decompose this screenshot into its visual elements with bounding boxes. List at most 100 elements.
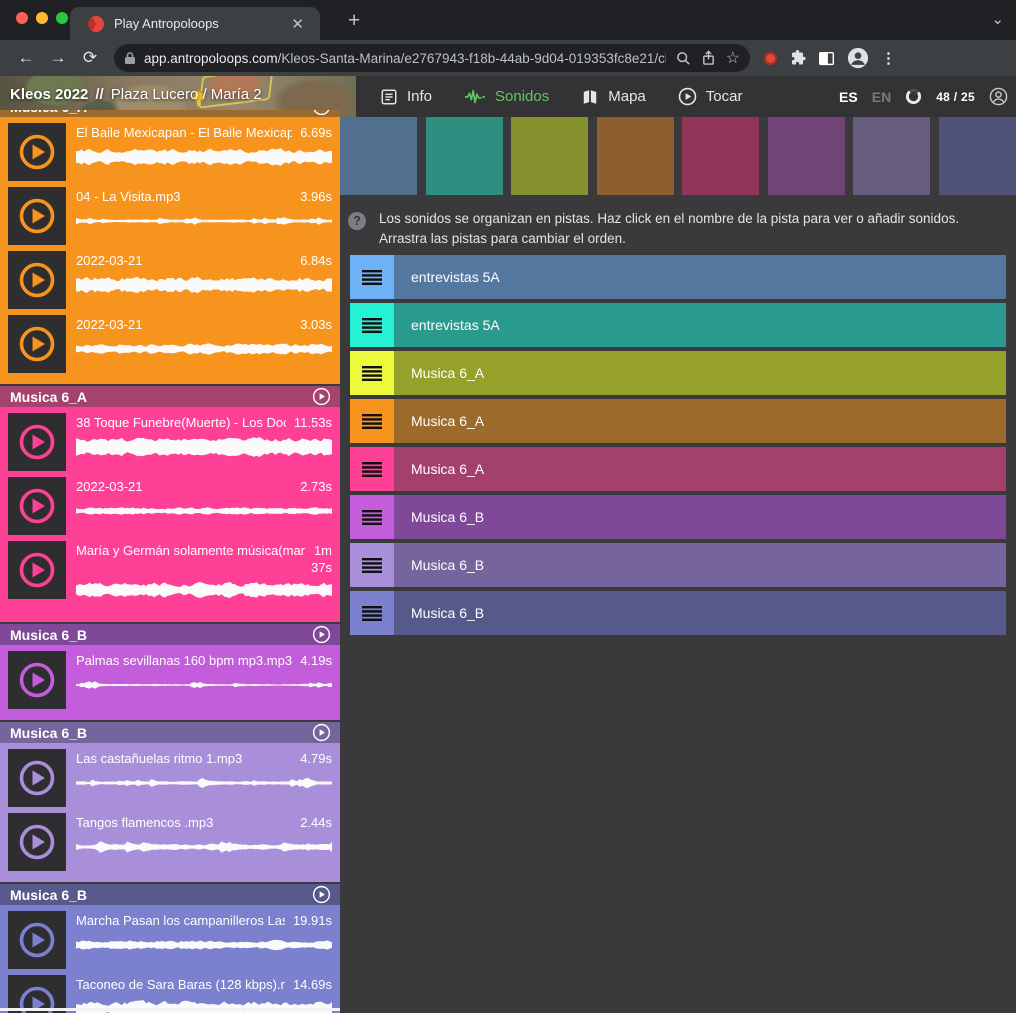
tab-info[interactable]: Info <box>370 88 454 106</box>
drag-handle[interactable] <box>350 255 394 299</box>
bookmark-star-icon[interactable]: ☆ <box>726 48 740 68</box>
track-name[interactable]: Musica 6_A <box>394 399 484 443</box>
clip-play-button[interactable] <box>8 477 66 535</box>
clip-item[interactable]: 2022-03-216.84s <box>0 248 340 312</box>
tab-mapa[interactable]: Mapa <box>571 88 668 105</box>
help-note-text: Los sonidos se organizan en pistas. Haz … <box>379 209 1008 249</box>
lang-es-button[interactable]: ES <box>839 89 858 105</box>
profile-avatar[interactable] <box>847 47 869 69</box>
clip-item[interactable]: El Baile Mexicapan - El Baile Mexicapan.… <box>0 120 340 184</box>
share-icon[interactable] <box>701 50 716 66</box>
section-name[interactable]: Musica 6_B <box>10 887 87 903</box>
section-play-icon[interactable] <box>312 723 331 742</box>
clip-item[interactable]: 2022-03-212.73s <box>0 474 340 538</box>
section-header[interactable]: Musica 6_A <box>0 386 340 407</box>
track-row[interactable]: Musica 6_B <box>350 543 1006 587</box>
track-row[interactable]: Musica 6_A <box>350 447 1006 491</box>
track-name[interactable]: Musica 6_A <box>394 447 484 491</box>
clip-play-button[interactable] <box>8 541 66 599</box>
section-play-icon[interactable] <box>312 110 331 116</box>
clip-play-button[interactable] <box>8 749 66 807</box>
track-color-square[interactable] <box>426 117 503 195</box>
track-name[interactable]: Musica 6_A <box>394 351 484 395</box>
clip-item[interactable]: Palmas sevillanas 160 bpm mp3.mp34.19s <box>0 648 340 712</box>
track-row[interactable]: Musica 6_A <box>350 351 1006 395</box>
clip-item[interactable]: 04 - La Visita.mp33.96s <box>0 184 340 248</box>
section-play-icon[interactable] <box>312 625 331 644</box>
track-row[interactable]: Musica 6_B <box>350 495 1006 539</box>
browser-tab[interactable]: Play Antropoloops ✕ <box>70 7 320 40</box>
drag-handle[interactable] <box>350 351 394 395</box>
drag-handle[interactable] <box>350 447 394 491</box>
section-play-icon[interactable] <box>312 387 331 406</box>
track-color-square[interactable] <box>853 117 930 195</box>
track-row[interactable]: entrevistas 5A <box>350 255 1006 299</box>
side-panel-icon[interactable] <box>818 51 835 66</box>
track-color-square[interactable] <box>511 117 588 195</box>
clip-play-button[interactable] <box>8 651 66 709</box>
track-name[interactable]: Musica 6_B <box>394 591 484 635</box>
track-color-square[interactable] <box>597 117 674 195</box>
clip-item[interactable]: Tangos flamencos .mp32.44s <box>0 810 340 874</box>
new-tab-button[interactable]: + <box>340 9 368 33</box>
clip-item[interactable]: 38 Toque Funebre(Muerte) - Los Doce Par.… <box>0 410 340 474</box>
minimize-window-button[interactable] <box>36 12 48 24</box>
section-name[interactable]: Musica 6_B <box>10 627 87 643</box>
track-color-square[interactable] <box>939 117 1016 195</box>
track-name[interactable]: Musica 6_B <box>394 495 484 539</box>
track-row[interactable]: entrevistas 5A <box>350 303 1006 347</box>
section-name[interactable]: Musica 6_A <box>10 110 87 115</box>
close-window-button[interactable] <box>16 12 28 24</box>
drag-handle[interactable] <box>350 303 394 347</box>
track-row[interactable]: Musica 6_B <box>350 591 1006 635</box>
drag-handle[interactable] <box>350 591 394 635</box>
clip-play-button[interactable] <box>8 911 66 969</box>
track-name[interactable]: entrevistas 5A <box>394 255 500 299</box>
track-name[interactable]: entrevistas 5A <box>394 303 500 347</box>
tab-close-icon[interactable]: ✕ <box>285 15 310 33</box>
clip-play-button[interactable] <box>8 123 66 181</box>
clip-item[interactable]: María y Germán solamente música(maría 2.… <box>0 538 340 614</box>
section-name[interactable]: Musica 6_A <box>10 389 87 405</box>
track-color-square[interactable] <box>768 117 845 195</box>
back-button[interactable]: ← <box>10 48 42 68</box>
extensions-puzzle-icon[interactable] <box>789 50 806 67</box>
tab-sonidos[interactable]: Sonidos <box>454 88 571 105</box>
maximize-window-button[interactable] <box>56 12 68 24</box>
recording-extension-icon[interactable] <box>764 52 777 65</box>
clip-play-button[interactable] <box>8 813 66 871</box>
section-header[interactable]: Musica 6_B <box>0 722 340 743</box>
zoom-page-icon[interactable] <box>676 51 691 66</box>
clip-play-button[interactable] <box>8 187 66 245</box>
forward-button[interactable]: → <box>42 48 74 68</box>
clip-duration: 3.03s <box>300 317 332 332</box>
track-name[interactable]: Musica 6_B <box>394 543 484 587</box>
drag-handle[interactable] <box>350 543 394 587</box>
drag-handle[interactable] <box>350 399 394 443</box>
section-play-icon[interactable] <box>312 885 331 904</box>
account-icon[interactable] <box>989 87 1008 106</box>
clip-item[interactable]: Marcha Pasan los campanilleros Las Mejor… <box>0 908 340 972</box>
sidebar-cut-section-header[interactable]: Musica 6_A <box>0 110 340 117</box>
browser-menu-icon[interactable]: ⋮ <box>881 49 896 67</box>
section-header[interactable]: Musica 6_B <box>0 884 340 905</box>
tab-tocar[interactable]: Tocar <box>668 87 765 106</box>
drag-handle[interactable] <box>350 495 394 539</box>
clip-play-button[interactable] <box>8 413 66 471</box>
clip-play-button[interactable] <box>8 251 66 309</box>
section-header[interactable]: Musica 6_A <box>0 110 340 117</box>
track-color-square[interactable] <box>340 117 417 195</box>
clip-play-button[interactable] <box>8 315 66 373</box>
clip-item[interactable]: Taconeo de Sara Baras (128 kbps).mp314.6… <box>0 972 340 1013</box>
lang-en-button[interactable]: EN <box>872 89 891 105</box>
address-bar[interactable]: app.antropoloops.com/Kleos-Santa-Marina/… <box>114 44 750 72</box>
clip-item[interactable]: 2022-03-213.03s <box>0 312 340 376</box>
tab-list-chevron-icon[interactable]: ⌄ <box>991 10 1004 28</box>
track-row[interactable]: Musica 6_A <box>350 399 1006 443</box>
section-header[interactable]: Musica 6_B <box>0 624 340 645</box>
section-name[interactable]: Musica 6_B <box>10 725 87 741</box>
track-rows: entrevistas 5Aentrevistas 5AMusica 6_AMu… <box>350 255 1006 635</box>
track-color-square[interactable] <box>682 117 759 195</box>
clip-item[interactable]: Las castañuelas ritmo 1.mp34.79s <box>0 746 340 810</box>
reload-button[interactable]: ⟳ <box>74 48 106 68</box>
